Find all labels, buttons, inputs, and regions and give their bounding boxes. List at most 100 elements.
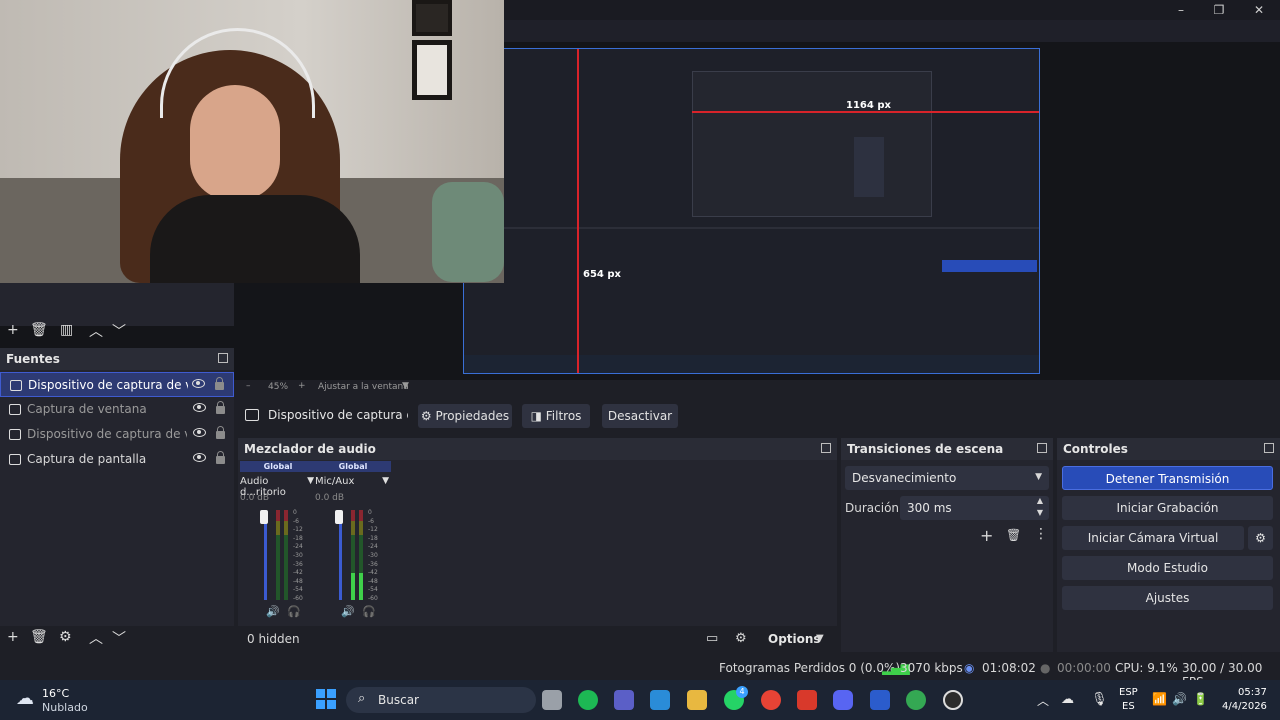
lock-icon[interactable]	[215, 377, 224, 390]
settings-button[interactable]: Ajustes	[1062, 586, 1273, 610]
task-view-icon[interactable]	[542, 690, 562, 710]
lang-top[interactable]: ESP	[1119, 687, 1138, 698]
minimize-button[interactable]: –	[1162, 0, 1200, 20]
visibility-icon[interactable]	[193, 428, 206, 437]
channel-menu-icon[interactable]: ▼	[382, 476, 389, 486]
source-item[interactable]: Dispositivo de captura de vídeo	[0, 422, 234, 447]
wifi-icon[interactable]: 📶	[1152, 692, 1167, 706]
clock-date[interactable]: 4/4/2026	[1222, 701, 1267, 712]
teams-icon[interactable]	[614, 690, 634, 710]
transition-select[interactable]: Desvanecimiento ▼	[845, 466, 1049, 490]
discord-icon[interactable]	[833, 690, 853, 710]
app-icon[interactable]	[870, 690, 890, 710]
properties-button[interactable]: ⚙ Propiedades	[418, 404, 512, 428]
options-button[interactable]: Options	[768, 632, 821, 646]
battery-icon[interactable]: 🔋	[1193, 692, 1208, 706]
fader-knob[interactable]	[335, 510, 343, 524]
sources-list: Dispositivo de captura de vídeo Captura d…	[0, 372, 234, 472]
start-recording-button[interactable]: Iniciar Grabación	[1062, 496, 1273, 520]
maximize-button[interactable]: ❐	[1200, 0, 1238, 20]
store-icon[interactable]	[650, 690, 670, 710]
duration-input[interactable]: 300 ms ▲ ▼	[900, 496, 1049, 520]
fit-window-label[interactable]: Ajustar a la ventana	[318, 382, 409, 392]
add-source-icon[interactable]: +	[7, 629, 19, 645]
studio-mode-button[interactable]: Modo Estudio	[1062, 556, 1273, 580]
channel-scope: Global	[240, 461, 316, 472]
move-up-icon[interactable]: ︿	[89, 321, 103, 341]
stepper-up-icon[interactable]: ▲	[1037, 496, 1043, 505]
window-icon	[9, 404, 21, 415]
move-down-icon[interactable]: ﹀	[112, 321, 126, 341]
wps-icon[interactable]	[797, 690, 817, 710]
onedrive-icon[interactable]: ☁	[1061, 692, 1074, 707]
source-item[interactable]: Captura de ventana	[0, 397, 234, 422]
lock-icon[interactable]	[216, 426, 225, 439]
visibility-icon[interactable]	[193, 453, 206, 462]
fit-dropdown-icon[interactable]: ▼	[402, 381, 409, 391]
clock-time[interactable]: 05:37	[1238, 687, 1267, 698]
close-button[interactable]: ✕	[1240, 0, 1278, 20]
volume-icon[interactable]: 🔊	[1172, 692, 1187, 706]
channel-menu-icon[interactable]: ▼	[307, 476, 314, 486]
chrome-icon[interactable]	[761, 690, 781, 710]
visibility-icon[interactable]	[193, 403, 206, 412]
stop-stream-button[interactable]: Detener Transmisión	[1062, 466, 1273, 490]
spotify-icon[interactable]	[578, 690, 598, 710]
mute-icon[interactable]: 🔊	[341, 605, 355, 618]
preview-canvas[interactable]: 1164 px 654 px	[463, 48, 1040, 374]
lang-bottom[interactable]: ES	[1122, 701, 1135, 712]
remove-transition-icon[interactable]: 🗑	[1006, 528, 1021, 542]
cpu-usage: CPU: 9.1%	[1115, 661, 1178, 675]
remove-scene-icon[interactable]: 🗑	[30, 322, 48, 338]
start-virtual-camera-button[interactable]: Iniciar Cámara Virtual	[1062, 526, 1244, 550]
dock-float-icon[interactable]	[1264, 443, 1274, 453]
meter-scale-label: -54	[293, 586, 303, 594]
obs-icon[interactable]	[943, 690, 963, 710]
mixer-settings-icon[interactable]: ⚙	[735, 631, 747, 646]
chevron-up-icon[interactable]: ︿	[1037, 692, 1049, 709]
chrome-profile-icon[interactable]	[906, 690, 926, 710]
meter-scale-label: -24	[368, 543, 378, 551]
zoom-out-button[interactable]: –	[246, 381, 251, 391]
lock-icon[interactable]	[216, 451, 225, 464]
zoom-in-button[interactable]: +	[298, 381, 306, 391]
volume-fader[interactable]	[264, 512, 267, 600]
taskbar-search[interactable]: ⌕ Buscar	[346, 687, 536, 713]
visibility-icon[interactable]	[192, 379, 205, 388]
source-down-icon[interactable]: ﹀	[112, 628, 126, 648]
windows-start-icon[interactable]	[316, 689, 336, 709]
more-options-icon[interactable]: ⋮	[1034, 526, 1048, 542]
deactivate-button[interactable]: Desactivar	[602, 404, 678, 428]
monitor-icon[interactable]: 🎧	[287, 605, 301, 618]
mixer-header: Mezclador de audio	[238, 438, 837, 460]
volume-fader[interactable]	[339, 512, 342, 600]
source-up-icon[interactable]: ︿	[89, 628, 103, 648]
file-explorer-icon[interactable]	[687, 690, 707, 710]
add-scene-icon[interactable]: +	[7, 322, 19, 338]
dock-float-icon[interactable]	[821, 443, 831, 453]
mixer-layout-icon[interactable]: ▭	[706, 631, 718, 646]
source-properties-icon[interactable]: ⚙	[59, 629, 72, 645]
level-meter-fill	[351, 573, 355, 600]
mute-icon[interactable]: 🔊	[266, 605, 280, 618]
options-dropdown-icon[interactable]: ▼	[816, 633, 824, 644]
stepper-down-icon[interactable]: ▼	[1037, 508, 1043, 517]
remove-source-icon[interactable]: 🗑	[30, 629, 48, 645]
dock-float-icon[interactable]	[1037, 443, 1047, 453]
sources-dock: Fuentes Dispositivo de captura de vídeo C…	[0, 348, 234, 626]
add-transition-icon[interactable]: +	[980, 526, 993, 545]
taskbar	[0, 680, 1280, 720]
fader-knob[interactable]	[260, 510, 268, 524]
source-item[interactable]: Dispositivo de captura de vídeo	[0, 372, 234, 397]
scene-filter-icon[interactable]: ▥	[60, 322, 73, 338]
monitor-icon[interactable]: 🎧	[362, 605, 376, 618]
microphone-icon[interactable]: 🎙	[1091, 692, 1108, 707]
filters-button[interactable]: ◨ Filtros	[522, 404, 590, 428]
lock-icon[interactable]	[216, 401, 225, 414]
dock-float-icon[interactable]	[218, 353, 228, 363]
scenes-footer: + 🗑 ▥ ︿ ﹀	[0, 320, 234, 344]
channel-name: Audio d...ritorio	[240, 476, 286, 498]
source-item[interactable]: Captura de pantalla	[0, 447, 234, 472]
stream-icon: ◉	[964, 661, 975, 675]
virtual-camera-settings-button[interactable]: ⚙	[1248, 526, 1273, 550]
